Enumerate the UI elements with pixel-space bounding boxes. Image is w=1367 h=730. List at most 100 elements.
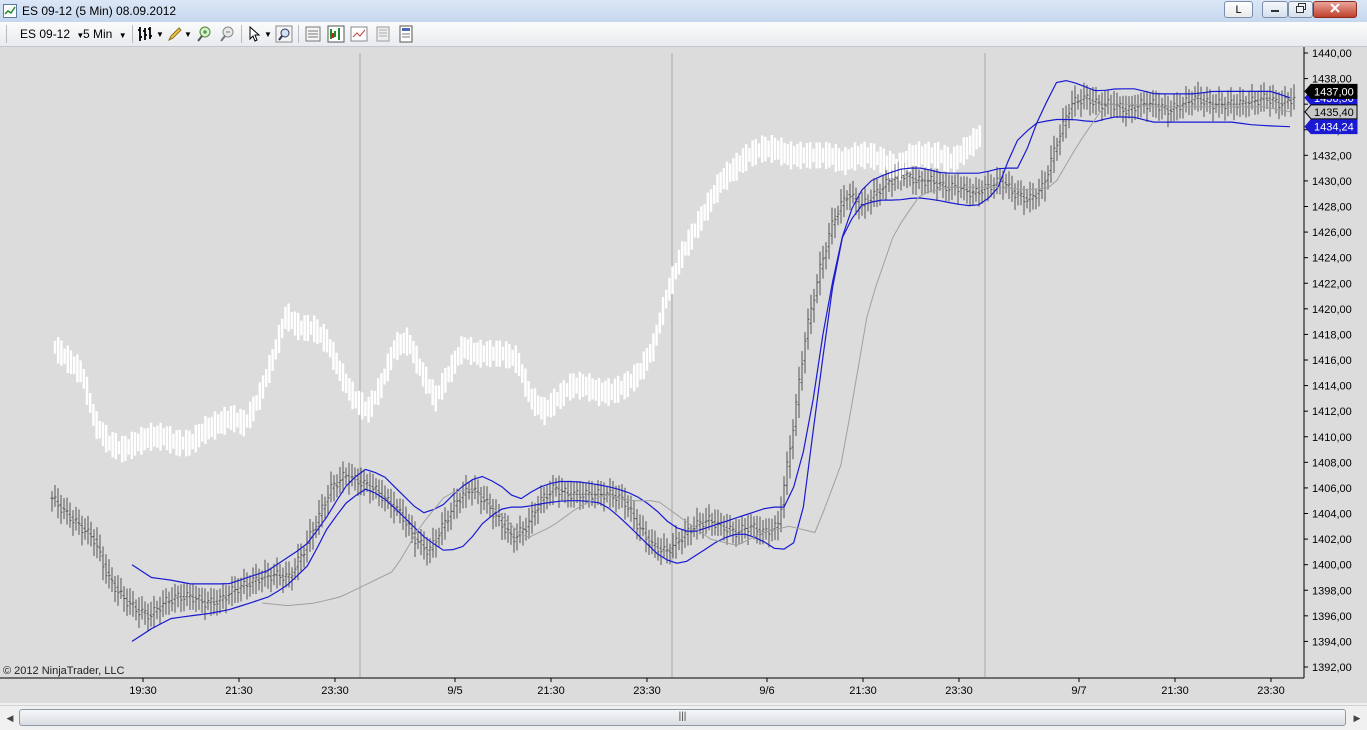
tick-bar [351, 381, 354, 410]
tick-bar [261, 375, 265, 399]
price-tick-label: 1412,00 [1312, 406, 1352, 418]
tick-bar [66, 345, 69, 373]
tick-bar [671, 266, 674, 295]
tick-bar [188, 430, 191, 456]
tick-bar [703, 204, 706, 221]
tick-bar [210, 416, 213, 437]
title-bar: ES 09-12 (5 Min) 08.09.2012 L [0, 0, 1367, 23]
tick-bar [463, 337, 466, 359]
tick-bar [882, 148, 885, 175]
time-tick-label: 21:30 [849, 685, 877, 697]
tick-bar [946, 146, 949, 173]
bar-type-icon[interactable] [137, 25, 155, 43]
tick-bar [796, 143, 799, 167]
tick-bar [153, 426, 156, 447]
chevron-down-icon[interactable]: ▼ [184, 30, 192, 39]
tick-bar [633, 364, 636, 392]
tick-bar [204, 415, 207, 444]
tick-bar [332, 341, 335, 370]
last-price-tag-label: 1437,00 [1314, 86, 1354, 98]
tick-bar [178, 429, 181, 457]
interval-selector[interactable]: 5 Min ▼ [83, 27, 127, 41]
tick-bar [821, 148, 825, 163]
tick-bar [847, 149, 850, 170]
tick-bar [924, 143, 927, 167]
price-tick-label: 1404,00 [1312, 509, 1352, 521]
tick-bar [53, 340, 57, 354]
minimize-button[interactable] [1262, 1, 1288, 18]
indicators-icon[interactable] [327, 25, 345, 43]
horizontal-scrollbar[interactable]: ◀ ||| ▶ [0, 705, 1367, 730]
zoom-in-icon[interactable] [195, 25, 213, 43]
tick-bar [636, 362, 639, 388]
zoom-out-icon[interactable] [218, 25, 236, 43]
tick-bar [729, 163, 732, 182]
tick-bar [620, 380, 623, 395]
tick-bar [514, 345, 517, 374]
tick-bar [652, 333, 655, 362]
chevron-down-icon[interactable]: ▼ [156, 30, 164, 39]
lower-band-price-tag-label: 1434,24 [1314, 122, 1354, 134]
tick-bar [428, 379, 431, 394]
tick-bar [745, 144, 748, 172]
time-tick-label: 21:30 [537, 685, 565, 697]
tick-bar [943, 144, 946, 172]
price-tick-label: 1424,00 [1312, 253, 1352, 265]
properties-icon[interactable] [304, 25, 322, 43]
tick-bar [572, 373, 575, 398]
tick-bar [732, 158, 735, 182]
cursor-icon[interactable] [246, 25, 264, 43]
chart-trader-icon[interactable] [397, 25, 415, 43]
strategies-icon[interactable] [350, 25, 368, 43]
tick-bar [722, 168, 725, 190]
tick-bar [709, 189, 713, 212]
tick-bar [338, 360, 341, 382]
tick-bar [300, 320, 303, 336]
drawing-tool-icon[interactable] [166, 25, 184, 43]
tick-bar [293, 311, 297, 336]
tick-bar [965, 137, 969, 160]
price-tick-label: 1430,00 [1312, 176, 1352, 188]
scroll-right-arrow-icon[interactable]: ▶ [1350, 710, 1364, 726]
mid-band-price-tag-label: 1435,40 [1314, 107, 1354, 119]
tick-bar [674, 263, 677, 280]
tick-bar [844, 146, 847, 176]
tick-bar [479, 339, 482, 368]
tick-bar [137, 433, 140, 452]
tick-bar [828, 143, 831, 168]
tick-bar [681, 241, 684, 269]
tick-bar [239, 408, 242, 435]
scroll-left-arrow-icon[interactable]: ◀ [3, 710, 17, 726]
tick-bar [930, 147, 933, 164]
tick-bar [892, 153, 895, 178]
tick-bar [149, 422, 153, 451]
scroll-grip-icon: ||| [678, 711, 687, 722]
link-button[interactable]: L [1224, 1, 1253, 18]
tick-bar [274, 339, 277, 360]
tick-bar [626, 371, 629, 398]
tick-bar [306, 314, 309, 342]
tick-bar [901, 152, 905, 175]
scroll-thumb[interactable]: ||| [19, 709, 1346, 726]
tick-bar [825, 141, 828, 169]
chart-panel[interactable]: 1440,001438,001436,001434,001432,001430,… [0, 47, 1367, 703]
price-chart[interactable]: 1440,001438,001436,001434,001432,001430,… [0, 47, 1367, 703]
tick-bar [716, 174, 719, 203]
tick-bar [396, 332, 399, 361]
tick-bar [111, 432, 114, 458]
tick-bar [98, 420, 101, 439]
tick-bar [585, 376, 588, 396]
data-box-icon[interactable] [374, 25, 392, 43]
tick-bar [853, 142, 857, 171]
chevron-down-icon[interactable]: ▼ [264, 30, 272, 39]
restore-button[interactable] [1288, 1, 1313, 18]
tick-bar [287, 303, 290, 332]
close-button[interactable] [1313, 1, 1357, 18]
tick-bar [597, 377, 601, 407]
search-icon[interactable] [275, 25, 293, 43]
tick-bar [383, 368, 386, 385]
tick-bar [277, 324, 281, 353]
tick-bar [751, 140, 754, 167]
instrument-selector[interactable]: ES 09-12 ▼ [20, 27, 84, 41]
tick-bar [162, 428, 165, 446]
